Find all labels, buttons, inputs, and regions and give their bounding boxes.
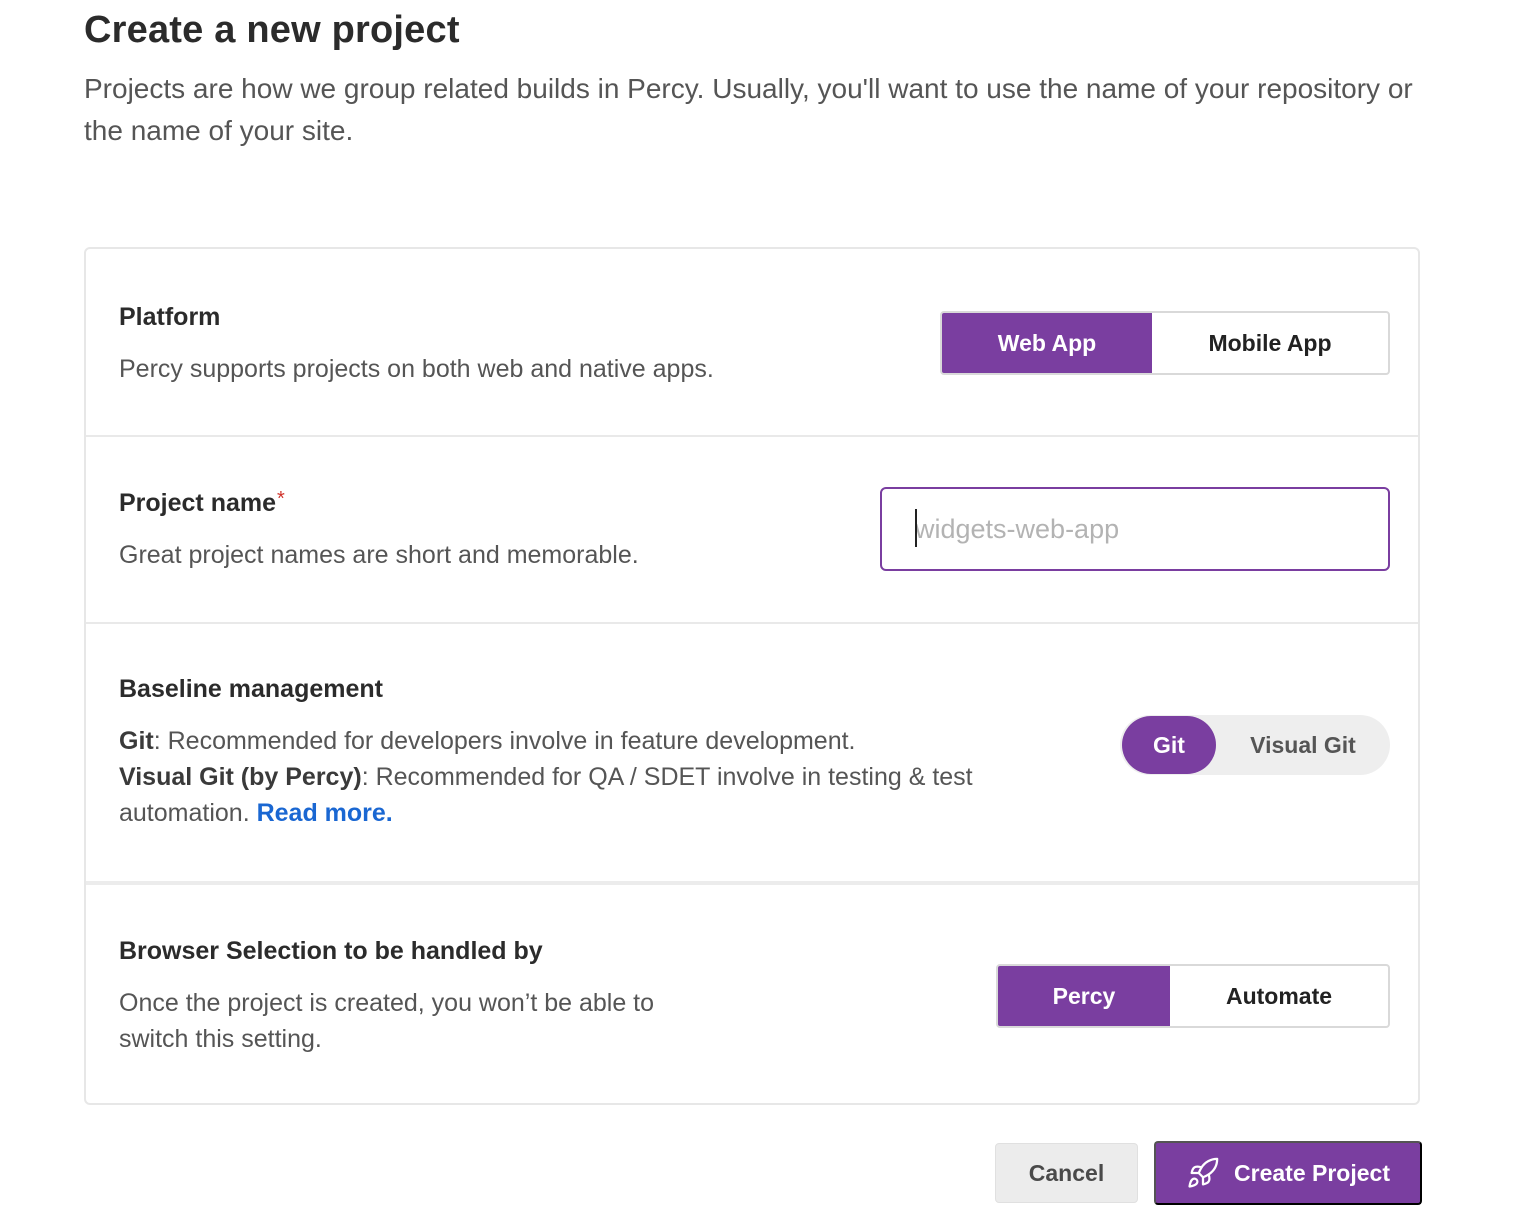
- rocket-icon: [1188, 1157, 1219, 1188]
- page-description: Projects are how we group related builds…: [84, 73, 1413, 146]
- section-divider: [86, 622, 1418, 624]
- platform-title: Platform: [119, 303, 221, 331]
- baseline-option-visual-git[interactable]: Visual Git: [1216, 716, 1390, 774]
- platform-toggle: Web App Mobile App: [940, 311, 1390, 375]
- project-name-label: Project name: [119, 489, 277, 517]
- create-project-page: Create a new project Projects are how we…: [0, 0, 1514, 1232]
- cancel-button[interactable]: Cancel: [995, 1143, 1138, 1203]
- page-title: Create a new project: [84, 9, 460, 51]
- git-text: : Recommended for developers involve in …: [153, 727, 856, 755]
- create-project-label: Create Project: [1234, 1159, 1390, 1186]
- baseline-title: Baseline management: [119, 675, 383, 703]
- project-name-input[interactable]: [880, 487, 1390, 571]
- browser-selection-toggle: Percy Automate: [996, 964, 1390, 1028]
- create-project-button[interactable]: Create Project: [1154, 1141, 1422, 1205]
- platform-option-mobile-app[interactable]: Mobile App: [1152, 313, 1388, 373]
- read-more-link[interactable]: Read more.: [257, 799, 393, 827]
- browser-option-percy[interactable]: Percy: [998, 966, 1170, 1026]
- project-form-card: Platform Percy supports projects on both…: [84, 247, 1420, 1105]
- text-caret: [915, 509, 917, 547]
- project-name-description: Great project names are short and memora…: [119, 541, 639, 569]
- required-mark: *: [277, 488, 285, 510]
- browser-option-automate[interactable]: Automate: [1170, 966, 1388, 1026]
- project-name-title: Project name*: [119, 487, 285, 519]
- platform-description: Percy supports projects on both web and …: [119, 355, 714, 383]
- section-divider: [86, 881, 1418, 885]
- baseline-option-git[interactable]: Git: [1122, 716, 1216, 774]
- platform-section: Platform Percy supports projects on both…: [86, 249, 1418, 435]
- git-label: Git: [119, 727, 154, 755]
- visual-git-label: Visual Git (by Percy): [119, 763, 362, 791]
- browser-selection-description: Once the project is created, you won’t b…: [119, 989, 655, 1053]
- browser-selection-title: Browser Selection to be handled by: [119, 937, 543, 965]
- baseline-description: Git: Recommended for developers involve …: [119, 723, 1019, 831]
- platform-option-web-app[interactable]: Web App: [942, 313, 1152, 373]
- baseline-toggle: Git Visual Git: [1120, 715, 1390, 775]
- section-divider: [86, 435, 1418, 437]
